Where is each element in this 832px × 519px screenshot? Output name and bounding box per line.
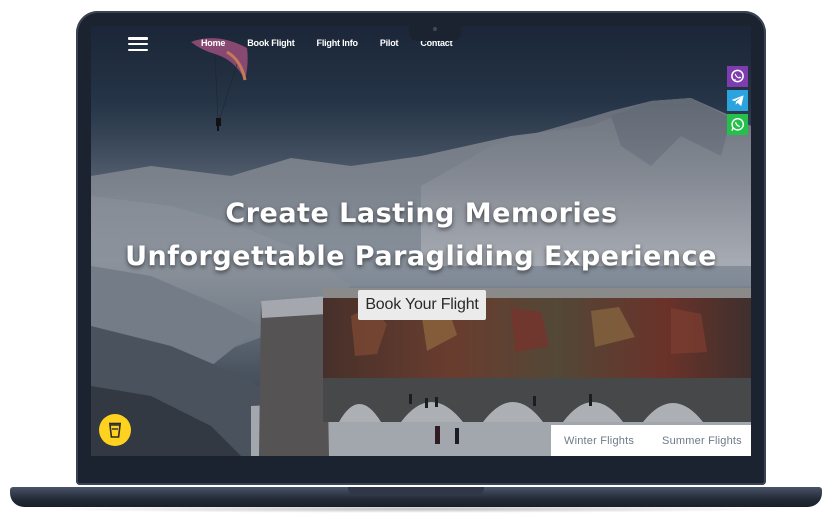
hamburger-bar [128, 37, 148, 40]
tab-summer-flights[interactable]: Summer Flights [662, 435, 742, 447]
nav-link-pilot[interactable]: Pilot [380, 38, 399, 48]
flight-season-tabs: Winter Flights Summer Flights [551, 425, 751, 456]
tab-winter-flights[interactable]: Winter Flights [564, 435, 634, 447]
whatsapp-icon[interactable] [727, 114, 748, 135]
social-sidebar [727, 66, 748, 135]
nav-link-book-flight[interactable]: Book Flight [247, 38, 294, 48]
paraglider-image [191, 38, 248, 131]
hamburger-bar [128, 42, 148, 46]
viber-icon[interactable] [727, 66, 748, 87]
book-your-flight-button[interactable]: Book Your Flight [358, 290, 486, 320]
website-screen: Home Book Flight Flight Info Pilot Conta… [91, 26, 751, 456]
camera-notch [409, 23, 461, 41]
nav-link-home[interactable]: Home [201, 38, 225, 48]
telegram-icon[interactable] [727, 90, 748, 111]
nav-link-flight-info[interactable]: Flight Info [317, 38, 358, 48]
laptop-hinge-lip [348, 487, 484, 496]
hamburger-menu-icon[interactable] [128, 37, 148, 51]
hero-section: Create Lasting Memories Unforgettable Pa… [91, 198, 751, 272]
hero-subheadline: Unforgettable Paragliding Experience [125, 241, 717, 272]
laptop-mockup: Home Book Flight Flight Info Pilot Conta… [0, 0, 832, 519]
laptop-shadow [40, 505, 792, 513]
camera-icon [433, 27, 437, 31]
coffee-cup-icon[interactable] [99, 414, 131, 446]
hamburger-bar [128, 48, 148, 51]
hero-headline: Create Lasting Memories [225, 198, 618, 229]
